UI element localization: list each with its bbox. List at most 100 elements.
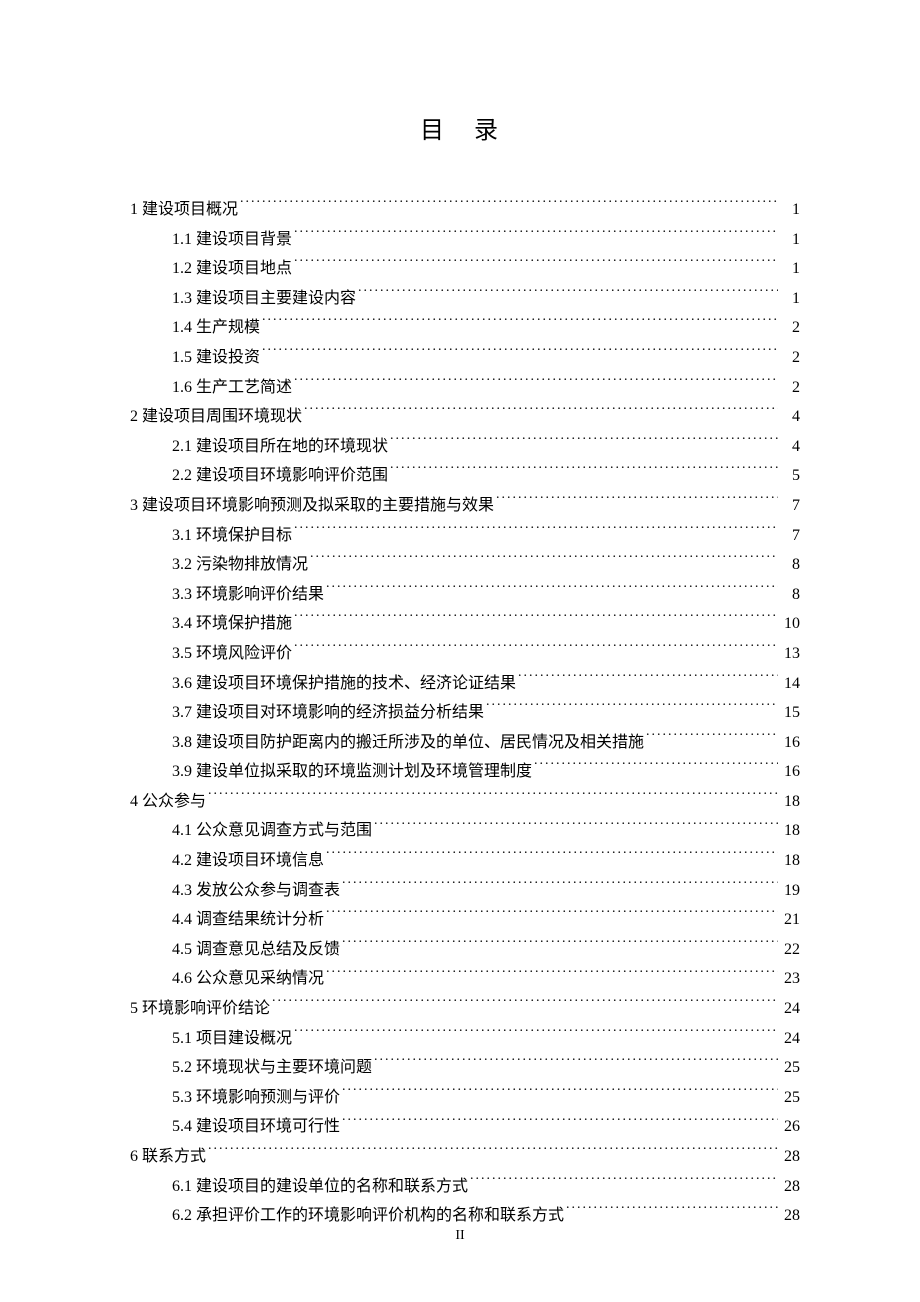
toc-entry-label: 3.9 建设单位拟采取的环境监测计划及环境管理制度: [172, 757, 532, 787]
toc-entry: 2 建设项目周围环境现状4: [130, 402, 800, 432]
toc-entry-page: 1: [780, 284, 800, 314]
toc-leader-dots: [496, 494, 778, 510]
toc-leader-dots: [390, 435, 778, 451]
toc-leader-dots: [390, 464, 778, 480]
toc-entry-page: 8: [780, 580, 800, 610]
toc-entry-page: 22: [780, 935, 800, 965]
toc-leader-dots: [566, 1204, 778, 1220]
page-number: II: [0, 1228, 920, 1244]
toc-entry: 1.6 生产工艺简述2: [130, 373, 800, 403]
toc-leader-dots: [208, 790, 778, 806]
toc-entry-label: 3.3 环境影响评价结果: [172, 580, 324, 610]
toc-entry: 2.2 建设项目环境影响评价范围 5: [130, 461, 800, 491]
toc-leader-dots: [262, 346, 778, 362]
toc-entry: 3 建设项目环境影响预测及拟采取的主要措施与效果 7: [130, 491, 800, 521]
toc-entry-page: 2: [780, 373, 800, 403]
toc-entry: 1.2 建设项目地点1: [130, 254, 800, 284]
toc-entry-label: 4.6 公众意见采纳情况: [172, 964, 324, 994]
toc-entry-page: 2: [780, 343, 800, 373]
toc-entry-label: 1.3 建设项目主要建设内容: [172, 284, 356, 314]
toc-entry-page: 24: [780, 994, 800, 1024]
toc-entry-page: 16: [780, 757, 800, 787]
toc-entry-page: 21: [780, 905, 800, 935]
toc-entry-label: 3 建设项目环境影响预测及拟采取的主要措施与效果: [130, 491, 494, 521]
toc-leader-dots: [342, 938, 778, 954]
toc-entry-label: 6 联系方式: [130, 1142, 206, 1172]
toc-entry-page: 19: [780, 876, 800, 906]
toc-entry-page: 28: [780, 1201, 800, 1231]
toc-entry-page: 28: [780, 1172, 800, 1202]
toc-entry-label: 6.2 承担评价工作的环境影响评价机构的名称和联系方式: [172, 1201, 564, 1231]
toc-entry-page: 7: [780, 491, 800, 521]
toc-entry-label: 1 建设项目概况: [130, 195, 238, 225]
toc-entry-page: 2: [780, 313, 800, 343]
toc-entry-label: 3.1 环境保护目标: [172, 521, 292, 551]
toc-entry-label: 3.2 污染物排放情况: [172, 550, 308, 580]
toc-entry-page: 26: [780, 1112, 800, 1142]
toc-leader-dots: [342, 879, 778, 895]
toc-entry-label: 4.5 调查意见总结及反馈: [172, 935, 340, 965]
toc-leader-dots: [486, 701, 778, 717]
toc-entry-label: 5.4 建设项目环境可行性: [172, 1112, 340, 1142]
toc-entry-page: 1: [780, 225, 800, 255]
toc-entry-label: 3.6 建设项目环境保护措施的技术、经济论证结果: [172, 669, 516, 699]
toc-leader-dots: [646, 731, 778, 747]
toc-title: 目 录: [130, 110, 800, 145]
toc-leader-dots: [358, 287, 778, 303]
toc-entry-page: 4: [780, 402, 800, 432]
toc-entry-label: 1.5 建设投资: [172, 343, 260, 373]
toc-leader-dots: [374, 1056, 778, 1072]
toc-entry-page: 25: [780, 1053, 800, 1083]
toc-entry-page: 18: [780, 787, 800, 817]
toc-entry-page: 5: [780, 461, 800, 491]
toc-entry-label: 2.2 建设项目环境影响评价范围: [172, 461, 388, 491]
toc-leader-dots: [326, 583, 778, 599]
toc-entry-label: 3.4 环境保护措施: [172, 609, 292, 639]
toc-entry-page: 25: [780, 1083, 800, 1113]
toc-entry: 4.1 公众意见调查方式与范围18: [130, 816, 800, 846]
table-of-contents: 1 建设项目概况11.1 建设项目背景11.2 建设项目地点11.3 建设项目主…: [130, 195, 800, 1231]
toc-entry-page: 18: [780, 816, 800, 846]
toc-entry-label: 4.2 建设项目环境信息: [172, 846, 324, 876]
toc-leader-dots: [326, 908, 778, 924]
toc-leader-dots: [310, 553, 778, 569]
toc-entry-label: 5 环境影响评价结论: [130, 994, 270, 1024]
toc-leader-dots: [294, 524, 778, 540]
toc-entry: 5.2 环境现状与主要环境问题25: [130, 1053, 800, 1083]
toc-leader-dots: [518, 672, 778, 688]
toc-leader-dots: [342, 1086, 778, 1102]
toc-entry: 5.4 建设项目环境可行性 26: [130, 1112, 800, 1142]
toc-entry-page: 23: [780, 964, 800, 994]
toc-entry: 1.3 建设项目主要建设内容 1: [130, 284, 800, 314]
toc-entry-page: 24: [780, 1024, 800, 1054]
toc-leader-dots: [240, 198, 778, 214]
toc-entry-page: 13: [780, 639, 800, 669]
toc-entry-label: 1.1 建设项目背景: [172, 225, 292, 255]
toc-entry: 4.5 调查意见总结及反馈 22: [130, 935, 800, 965]
toc-entry-label: 1.2 建设项目地点: [172, 254, 292, 284]
toc-entry-page: 4: [780, 432, 800, 462]
toc-entry: 3.5 环境风险评价 13: [130, 639, 800, 669]
toc-entry-page: 8: [780, 550, 800, 580]
toc-leader-dots: [534, 760, 778, 776]
toc-entry: 4.4 调查结果统计分析21: [130, 905, 800, 935]
toc-leader-dots: [326, 967, 778, 983]
toc-entry: 5 环境影响评价结论 24: [130, 994, 800, 1024]
toc-entry-label: 4 公众参与: [130, 787, 206, 817]
toc-leader-dots: [294, 228, 778, 244]
toc-entry-label: 3.5 环境风险评价: [172, 639, 292, 669]
toc-leader-dots: [272, 997, 778, 1013]
toc-entry-page: 14: [780, 669, 800, 699]
toc-leader-dots: [294, 376, 778, 392]
document-page: 目 录 1 建设项目概况11.1 建设项目背景11.2 建设项目地点11.3 建…: [0, 0, 920, 1231]
toc-entry: 3.3 环境影响评价结果 8: [130, 580, 800, 610]
toc-entry-page: 16: [780, 728, 800, 758]
toc-entry-page: 18: [780, 846, 800, 876]
toc-leader-dots: [294, 642, 778, 658]
toc-entry: 3.4 环境保护措施10: [130, 609, 800, 639]
toc-entry: 6.2 承担评价工作的环境影响评价机构的名称和联系方式 28: [130, 1201, 800, 1231]
toc-entry-label: 3.8 建设项目防护距离内的搬迁所涉及的单位、居民情况及相关措施: [172, 728, 644, 758]
toc-entry: 1 建设项目概况1: [130, 195, 800, 225]
toc-entry: 4.2 建设项目环境信息 18: [130, 846, 800, 876]
toc-entry: 3.9 建设单位拟采取的环境监测计划及环境管理制度 16: [130, 757, 800, 787]
